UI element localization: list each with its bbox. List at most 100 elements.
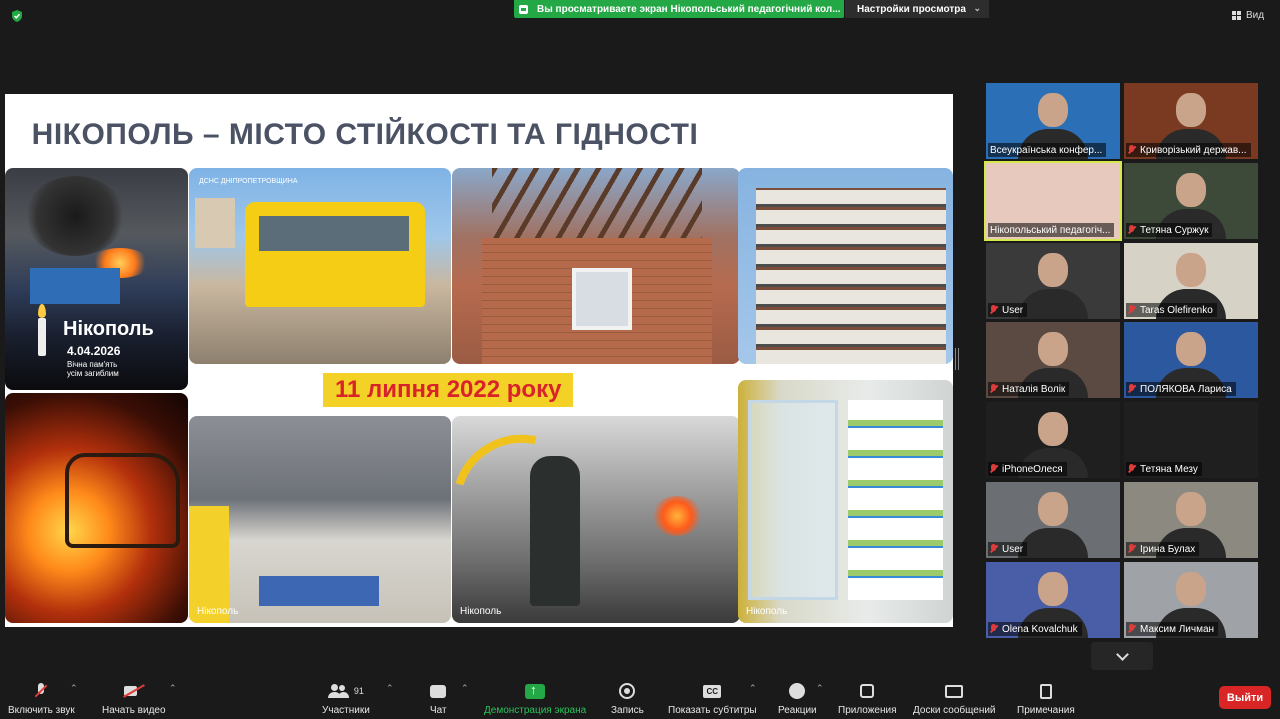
participant-name: User <box>1002 543 1024 555</box>
participants-icon <box>327 684 350 698</box>
participant-tile[interactable]: User <box>986 482 1120 558</box>
reactions-caret-icon[interactable]: ⌃ <box>816 683 824 694</box>
photo-city-text: Нікополь <box>63 318 154 340</box>
chevron-down-icon: ⌄ <box>973 3 981 13</box>
screen-share-icon <box>519 4 528 14</box>
zoom-meeting-window: Вы просматриваете экран Нікопольський пе… <box>0 0 1280 719</box>
chat-bubble-icon <box>430 684 447 698</box>
participant-avatar <box>1038 412 1068 446</box>
smiley-plus-icon <box>789 683 806 699</box>
participant-name-label: Taras Olefirenko <box>1126 303 1217 317</box>
participant-name-label: Криворізький держав... <box>1126 143 1251 157</box>
microphone-muted-icon <box>990 544 997 554</box>
view-button[interactable]: Вид <box>1232 10 1264 21</box>
show-captions-button[interactable]: CC Показать субтитры <box>668 681 757 716</box>
microphone-muted-icon <box>990 384 997 394</box>
view-button-label: Вид <box>1246 10 1265 21</box>
view-settings-label: Настройки просмотра <box>857 3 966 15</box>
microphone-muted-icon <box>1128 384 1135 394</box>
participant-name: Криворізький держав... <box>1140 144 1247 156</box>
participants-count: 91 <box>353 686 364 696</box>
participant-name: Всеукраїнська конфер... <box>990 144 1103 156</box>
memory-line-1: Вічна пам'ять <box>67 360 118 369</box>
participant-tile[interactable]: Olena Kovalchuk <box>986 562 1120 638</box>
participant-name: Ірина Булах <box>1140 543 1196 555</box>
participant-name: Нікопольський педагогіч... <box>990 224 1111 236</box>
video-options-caret-icon[interactable]: ⌃ <box>169 683 177 694</box>
photo-firefighter: Нікополь <box>452 416 740 623</box>
unmute-button[interactable]: Включить звук <box>8 681 75 716</box>
photo-date-text: 4.04.2026 <box>67 344 121 358</box>
participant-tile[interactable]: ПОЛЯКОВА Лариса <box>1124 322 1258 398</box>
microphone-muted-icon <box>1128 305 1135 315</box>
participant-tile[interactable]: Наталія Волік <box>986 322 1120 398</box>
share-screen-button[interactable]: Демонстрация экрана <box>484 681 587 717</box>
grid-view-icon <box>1232 11 1241 20</box>
microphone-muted-icon <box>1128 624 1135 634</box>
captions-caret-icon[interactable]: ⌃ <box>749 683 757 694</box>
apps-button[interactable]: Приложения <box>838 681 897 716</box>
microphone-muted-icon <box>990 624 997 634</box>
participant-avatar <box>1038 93 1068 127</box>
photo-damaged-pharmacy: Нікополь <box>738 380 953 623</box>
participant-name: Наталія Волік <box>1002 383 1066 395</box>
screen-share-banner-text: Вы просматриваете экран Нікопольський пе… <box>537 3 841 15</box>
apps-label: Приложения <box>838 705 897 716</box>
participant-tile[interactable]: iPhoneОлеся <box>986 402 1120 478</box>
participant-tile[interactable]: User <box>986 243 1120 319</box>
gallery-collapse-button[interactable] <box>1091 642 1153 670</box>
share-screen-label: Демонстрация экрана <box>484 705 587 716</box>
leave-meeting-button[interactable]: Выйти <box>1219 686 1271 709</box>
participant-name-label: Olena Kovalchuk <box>988 622 1082 636</box>
photo-burning-car <box>5 393 188 623</box>
participant-avatar <box>1038 332 1068 366</box>
participant-name: Тетяна Суржук <box>1140 224 1209 236</box>
photo-caption: Нікополь <box>460 606 502 617</box>
notes-button[interactable]: Примечания <box>1017 681 1075 716</box>
participants-button[interactable]: 91 Участники <box>322 681 370 716</box>
split-resize-handle[interactable] <box>955 348 959 370</box>
participants-caret-icon[interactable]: ⌃ <box>386 683 394 694</box>
participant-tile[interactable]: Всеукраїнська конфер... <box>986 83 1120 159</box>
participant-avatar <box>1176 173 1206 207</box>
participant-tile[interactable]: Максим Личман <box>1124 562 1258 638</box>
message-board-icon <box>945 684 964 698</box>
audio-options-caret-icon[interactable]: ⌃ <box>70 683 78 694</box>
reactions-button[interactable]: Реакции <box>778 681 817 716</box>
chat-button[interactable]: Чат <box>430 681 447 716</box>
participant-avatar <box>1038 572 1068 606</box>
participant-tile[interactable]: Криворізький держав... <box>1124 83 1258 159</box>
participant-tile[interactable]: Тетяна Суржук <box>1124 163 1258 239</box>
photo-caption: Нікополь <box>746 606 788 617</box>
photo-memory-text: Вічна пам'ять усім загиблим <box>67 360 119 378</box>
photo-damaged-apartment-block <box>738 168 953 364</box>
participant-name-label: iPhoneОлеся <box>988 462 1067 476</box>
participant-tile[interactable]: Тетяна Мезу <box>1124 402 1258 478</box>
start-video-button[interactable]: Начать видео <box>102 681 166 716</box>
unmute-label: Включить звук <box>8 705 75 716</box>
participant-tile[interactable]: Taras Olefirenko <box>1124 243 1258 319</box>
security-shield-icon[interactable] <box>10 9 24 23</box>
participants-label: Участники <box>322 705 370 716</box>
participant-name: Тетяна Мезу <box>1140 463 1198 475</box>
participant-avatar <box>1176 572 1206 606</box>
chat-caret-icon[interactable]: ⌃ <box>461 683 469 694</box>
message-boards-button[interactable]: Доски сообщений <box>913 681 996 716</box>
photo-destroyed-house <box>452 168 740 364</box>
microphone-muted-icon <box>990 464 997 474</box>
participant-name-label: Наталія Волік <box>988 382 1070 396</box>
microphone-muted-icon <box>1128 225 1135 235</box>
participant-name-label: User <box>988 542 1028 556</box>
reactions-label: Реакции <box>778 705 817 716</box>
notes-label: Примечания <box>1017 705 1075 716</box>
participant-avatar <box>1176 253 1206 287</box>
participant-tile[interactable]: Нікопольський педагогіч... <box>984 161 1122 241</box>
participant-name-label: Ірина Булах <box>1126 542 1200 556</box>
apps-icon <box>860 684 875 698</box>
meeting-toolbar: Включить звук ⌃ Начать видео ⌃ 91 Участн… <box>0 673 1280 719</box>
camera-off-icon <box>123 685 144 697</box>
microphone-muted-icon <box>35 683 47 699</box>
record-button[interactable]: Запись <box>611 681 644 716</box>
view-settings-button[interactable]: Настройки просмотра ⌄ <box>845 0 989 18</box>
participant-tile[interactable]: Ірина Булах <box>1124 482 1258 558</box>
